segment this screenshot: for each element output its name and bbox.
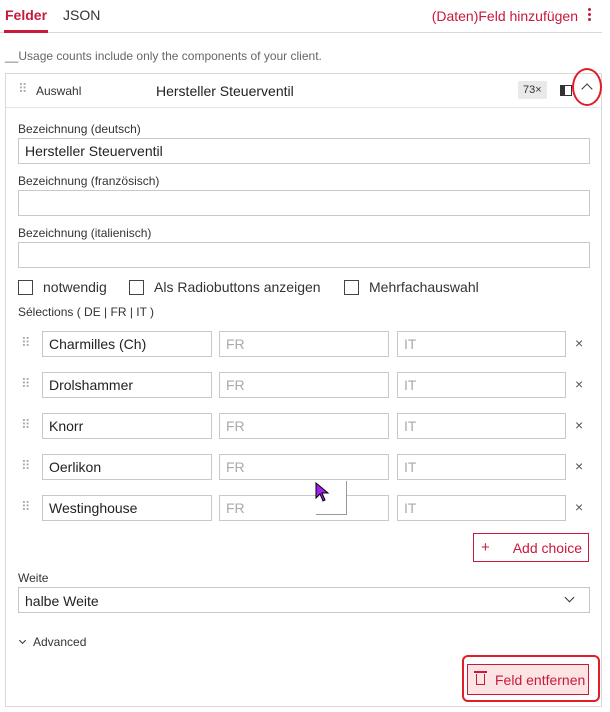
checkbox-notwendig[interactable]: notwendig — [18, 279, 107, 295]
tab-bar: Felder JSON (Daten)Feld hinzufügen — [0, 0, 602, 33]
usage-note: __Usage counts include only the componen… — [5, 49, 322, 63]
remove-choice-icon[interactable]: × — [575, 376, 583, 392]
drag-handle-icon[interactable]: ⠿ — [21, 459, 30, 472]
active-tab-indicator — [4, 30, 48, 33]
selection-row: ⠿ × — [6, 495, 601, 521]
width-label: Weite — [18, 571, 49, 585]
add-field-link[interactable]: (Daten)Feld hinzufügen — [432, 8, 578, 24]
checkbox-radiobuttons[interactable]: Als Radiobuttons anzeigen — [129, 279, 321, 295]
selection-de-input[interactable] — [42, 331, 212, 357]
advanced-toggle[interactable]: Advanced — [18, 635, 87, 649]
chevron-up-icon — [581, 83, 593, 95]
selection-it-input[interactable] — [397, 372, 566, 398]
selection-de-input[interactable] — [42, 413, 212, 439]
checkbox-box[interactable] — [344, 279, 359, 295]
field-title: Hersteller Steuerventil — [156, 83, 294, 99]
drag-handle-icon[interactable]: ⠿ — [18, 82, 27, 95]
tab-json[interactable]: JSON — [63, 7, 100, 23]
selection-fr-input[interactable] — [219, 495, 389, 521]
trash-icon — [474, 671, 487, 685]
selection-fr-input[interactable] — [219, 331, 389, 357]
label-it: Bezeichnung (italienisch) — [18, 226, 152, 240]
checkbox-label: Als Radiobuttons anzeigen — [154, 279, 321, 295]
checkbox-box[interactable] — [18, 279, 33, 295]
selection-it-input[interactable] — [397, 495, 566, 521]
plus-icon: + — [481, 539, 490, 556]
remove-choice-icon[interactable]: × — [575, 458, 583, 474]
selection-row: ⠿ × — [6, 331, 601, 357]
add-choice-button[interactable]: + Add choice — [473, 533, 589, 562]
mouse-cursor-icon — [315, 482, 330, 502]
checkbox-box[interactable] — [129, 279, 144, 295]
selection-row: ⠿ × — [6, 413, 601, 439]
field-type: Auswahl — [36, 84, 82, 98]
selection-fr-input[interactable] — [219, 372, 389, 398]
selection-de-input[interactable] — [42, 495, 212, 521]
half-width-icon[interactable] — [560, 85, 572, 96]
width-select[interactable]: halbe Weite — [18, 587, 590, 613]
drag-handle-icon[interactable]: ⠿ — [21, 377, 30, 390]
label-fr-input[interactable] — [18, 190, 590, 216]
checkbox-label: notwendig — [43, 279, 107, 295]
collapse-button[interactable] — [572, 68, 602, 106]
field-header[interactable]: ⠿ Auswahl Hersteller Steuerventil 73× — [6, 68, 602, 108]
usage-count-badge: 73× — [518, 81, 547, 99]
width-select-value: halbe Weite — [25, 593, 99, 609]
selection-de-input[interactable] — [42, 372, 212, 398]
kebab-menu-icon[interactable] — [588, 8, 592, 24]
selection-it-input[interactable] — [397, 413, 566, 439]
remove-field-button[interactable]: Feld entfernen — [467, 664, 589, 695]
selection-de-input[interactable] — [42, 454, 212, 480]
label-it-input[interactable] — [18, 242, 590, 268]
selections-label: Sélections ( DE | FR | IT ) — [18, 305, 155, 319]
drag-handle-icon[interactable]: ⠿ — [21, 500, 30, 513]
drag-handle-icon[interactable]: ⠿ — [21, 336, 30, 349]
chevron-down-icon — [564, 592, 575, 603]
selection-row: ⠿ × — [6, 454, 601, 480]
selection-fr-input[interactable] — [219, 413, 389, 439]
selection-it-input[interactable] — [397, 331, 566, 357]
selection-fr-input[interactable] — [219, 454, 389, 480]
add-choice-label: Add choice — [512, 540, 582, 556]
label-fr: Bezeichnung (französisch) — [18, 174, 160, 188]
selection-it-input[interactable] — [397, 454, 566, 480]
tab-felder[interactable]: Felder — [5, 7, 47, 23]
label-de: Bezeichnung (deutsch) — [18, 122, 141, 136]
field-panel: ⠿ Auswahl Hersteller Steuerventil 73× Be… — [5, 68, 602, 707]
remove-choice-icon[interactable]: × — [575, 335, 583, 351]
advanced-label: Advanced — [33, 635, 87, 649]
checkbox-label: Mehrfachauswahl — [369, 279, 479, 295]
selection-row: ⠿ × — [6, 372, 601, 398]
remove-choice-icon[interactable]: × — [575, 499, 583, 515]
drag-handle-icon[interactable]: ⠿ — [21, 418, 30, 431]
label-de-input[interactable] — [18, 138, 590, 164]
remove-field-label: Feld entfernen — [495, 672, 586, 688]
checkbox-mehrfachauswahl[interactable]: Mehrfachauswahl — [344, 279, 479, 295]
chevron-down-icon — [18, 636, 27, 645]
remove-choice-icon[interactable]: × — [575, 417, 583, 433]
